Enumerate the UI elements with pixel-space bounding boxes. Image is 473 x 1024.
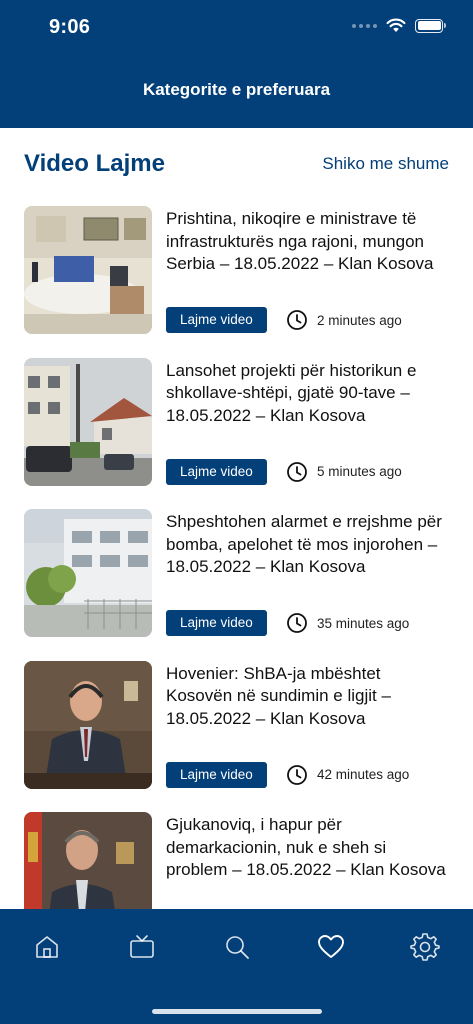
article-title[interactable]: Hovenier: ShBA-ja mbështet Kosovën në su…: [166, 663, 446, 731]
battery-icon: [415, 18, 446, 33]
clock-icon: [287, 461, 307, 482]
category-tag[interactable]: Lajme video: [166, 458, 267, 485]
tab-tv[interactable]: [127, 932, 157, 962]
tab-home[interactable]: [32, 932, 62, 962]
wifi-icon: [386, 18, 406, 32]
clock-icon: [287, 764, 307, 785]
video-thumbnail[interactable]: [24, 660, 152, 789]
time-text: 35 minutes ago: [317, 615, 410, 631]
category-tag[interactable]: Lajme video: [166, 761, 267, 788]
list-item[interactable]: Shpeshtohen alarmet e rrejshme për bomba…: [0, 509, 473, 661]
video-thumbnail[interactable]: [24, 357, 152, 486]
heart-icon: [318, 935, 344, 958]
timestamp: 2 minutes ago: [286, 309, 402, 331]
video-thumbnail[interactable]: [24, 509, 152, 637]
category-tag[interactable]: Lajme video: [166, 610, 267, 636]
list-item[interactable]: Hovenier: ShBA-ja mbështet Kosovën në su…: [0, 660, 473, 813]
timestamp: 42 minutes ago: [286, 764, 409, 786]
category-tag[interactable]: Lajme video: [166, 307, 267, 333]
list-item[interactable]: Gjukanoviq, i hapur për demarkacionin, n…: [0, 812, 473, 909]
section-header: Video Lajme Shiko me shume: [24, 150, 449, 178]
page-title: Kategorite e preferuara: [142, 80, 331, 99]
home-indicator: [152, 1009, 322, 1014]
tab-bar: [0, 909, 473, 1024]
list-item[interactable]: Prishtina, nikoqire e ministrave të infr…: [0, 206, 473, 358]
status-icons: [352, 18, 446, 33]
video-thumbnail[interactable]: [24, 206, 152, 334]
clock-icon: [287, 310, 307, 330]
gear-icon: [410, 933, 440, 961]
timestamp: 35 minutes ago: [286, 612, 409, 634]
home-icon: [36, 936, 58, 958]
time-text: 2 minutes ago: [317, 312, 402, 328]
timestamp: 5 minutes ago: [286, 461, 402, 483]
article-title[interactable]: Gjukanoviq, i hapur për demarkacionin, n…: [166, 814, 446, 882]
clock-icon: [287, 613, 307, 633]
time-text: 42 minutes ago: [317, 767, 410, 782]
tab-favorites[interactable]: [316, 932, 346, 962]
cellular-signal-icon: [352, 23, 377, 28]
see-more-link[interactable]: Shiko me shume: [322, 154, 449, 174]
search-icon: [226, 936, 249, 959]
tv-icon: [130, 935, 154, 958]
video-thumbnail[interactable]: [24, 812, 152, 909]
section-title: Video Lajme: [24, 150, 165, 177]
top-bar: 9:06 Kategorite e preferuara: [0, 0, 473, 128]
article-title[interactable]: Prishtina, nikoqire e ministrave të infr…: [166, 208, 446, 276]
status-time: 9:06: [49, 16, 91, 38]
tab-settings[interactable]: [410, 932, 440, 962]
list-item[interactable]: Lansohet projekti për historikun e shkol…: [0, 357, 473, 510]
article-title[interactable]: Shpeshtohen alarmet e rrejshme për bomba…: [166, 511, 446, 579]
tab-search[interactable]: [222, 932, 252, 962]
article-title[interactable]: Lansohet projekti për historikun e shkol…: [166, 360, 446, 428]
article-list[interactable]: Prishtina, nikoqire e ministrave të infr…: [0, 206, 473, 909]
time-text: 5 minutes ago: [317, 464, 402, 479]
